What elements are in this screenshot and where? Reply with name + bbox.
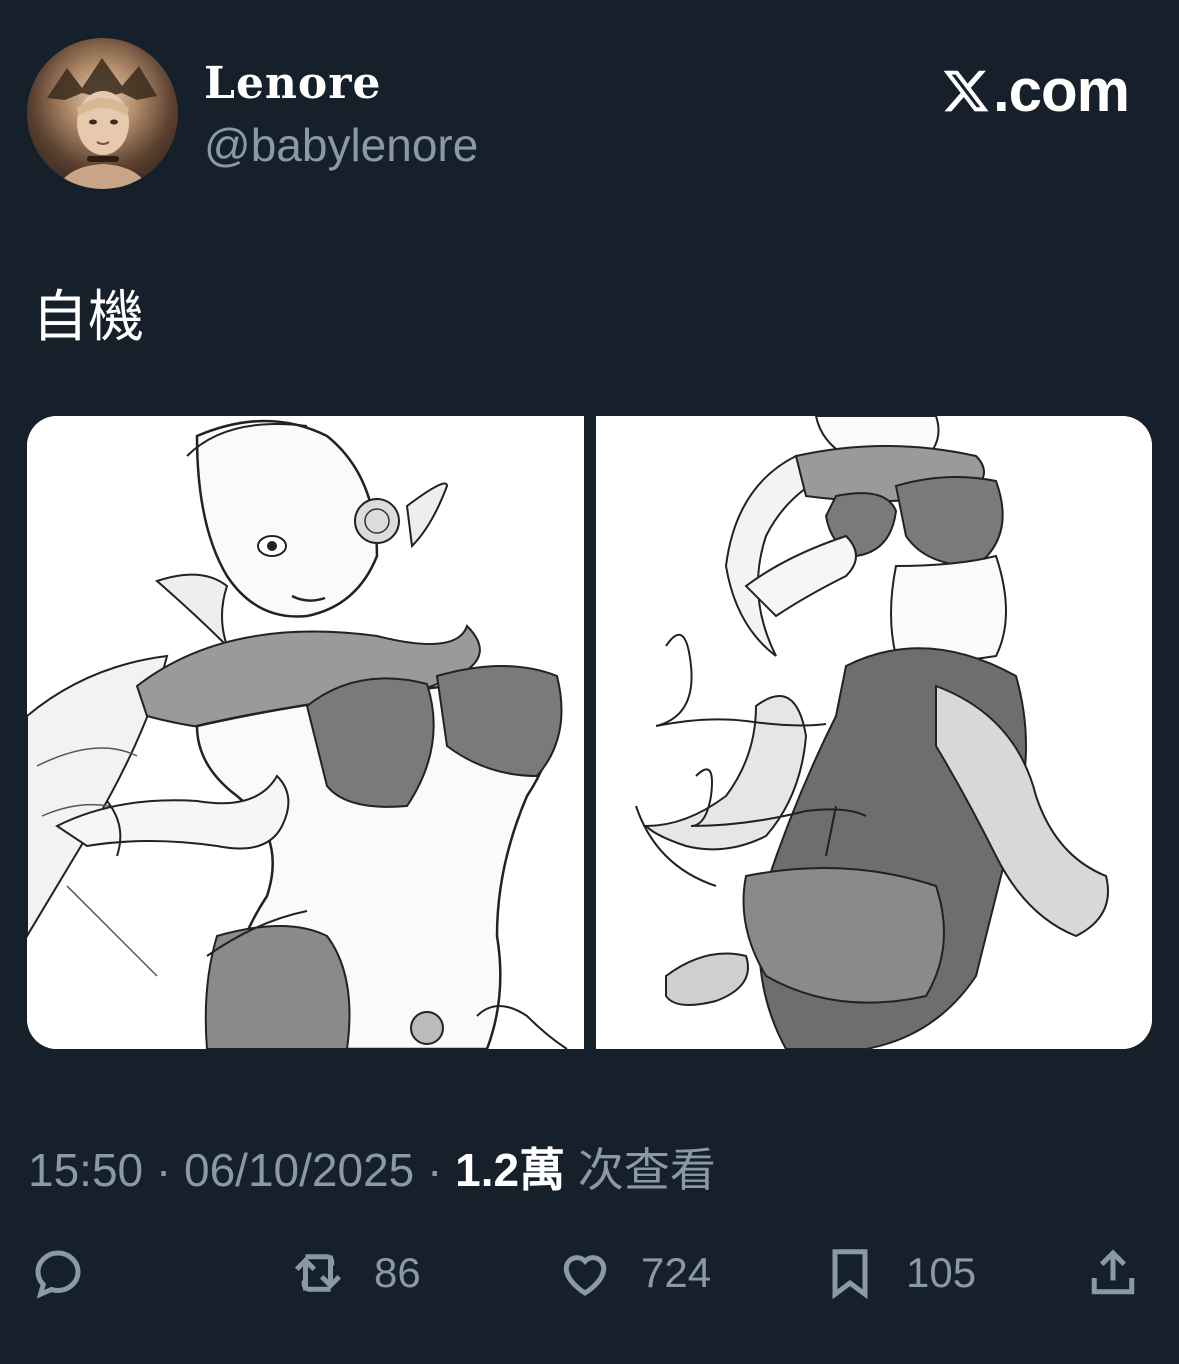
media-image-2[interactable] [596, 416, 1152, 1049]
views-count[interactable]: 1.2萬 [455, 1144, 565, 1196]
tweet-date[interactable]: 06/10/2025 [184, 1144, 414, 1196]
views-label: 次查看 [577, 1144, 716, 1196]
artwork-illustration-1 [27, 416, 584, 1049]
avatar[interactable] [27, 38, 178, 189]
action-bar: 86 724 105 [0, 1240, 1179, 1306]
tweet-time[interactable]: 15:50 [28, 1144, 143, 1196]
retweet-button[interactable]: 86 [288, 1240, 421, 1306]
tweet-text: 自機 [32, 285, 144, 350]
bookmark-icon [832, 1249, 868, 1300]
media-grid [27, 416, 1152, 1049]
reply-icon [35, 1250, 81, 1299]
share-button[interactable] [1083, 1240, 1143, 1306]
retweet-count: 86 [374, 1249, 421, 1296]
x-brand: .com [941, 56, 1130, 125]
retweet-icon [294, 1254, 342, 1292]
avatar-image [47, 58, 157, 189]
media-divider [584, 416, 596, 1049]
display-name[interactable]: Lenore [204, 58, 381, 109]
share-icon [1091, 1249, 1135, 1295]
bookmark-count: 105 [906, 1249, 977, 1296]
like-count: 724 [641, 1249, 712, 1296]
media-image-1[interactable] [27, 416, 584, 1049]
x-logo-icon [943, 70, 989, 111]
tweet-meta: 15:50 · 06/10/2025 · 1.2萬 次查看 [28, 1134, 716, 1200]
like-icon [563, 1255, 607, 1296]
brand-domain: .com [992, 57, 1130, 124]
bookmark-button[interactable]: 105 [820, 1240, 976, 1306]
meta-separator: · [155, 1144, 172, 1196]
like-button[interactable]: 724 [555, 1240, 711, 1306]
artwork-illustration-2 [596, 416, 1152, 1049]
meta-separator: · [427, 1144, 443, 1196]
reply-button[interactable] [28, 1240, 88, 1306]
user-handle[interactable]: @babylenore [204, 118, 478, 172]
